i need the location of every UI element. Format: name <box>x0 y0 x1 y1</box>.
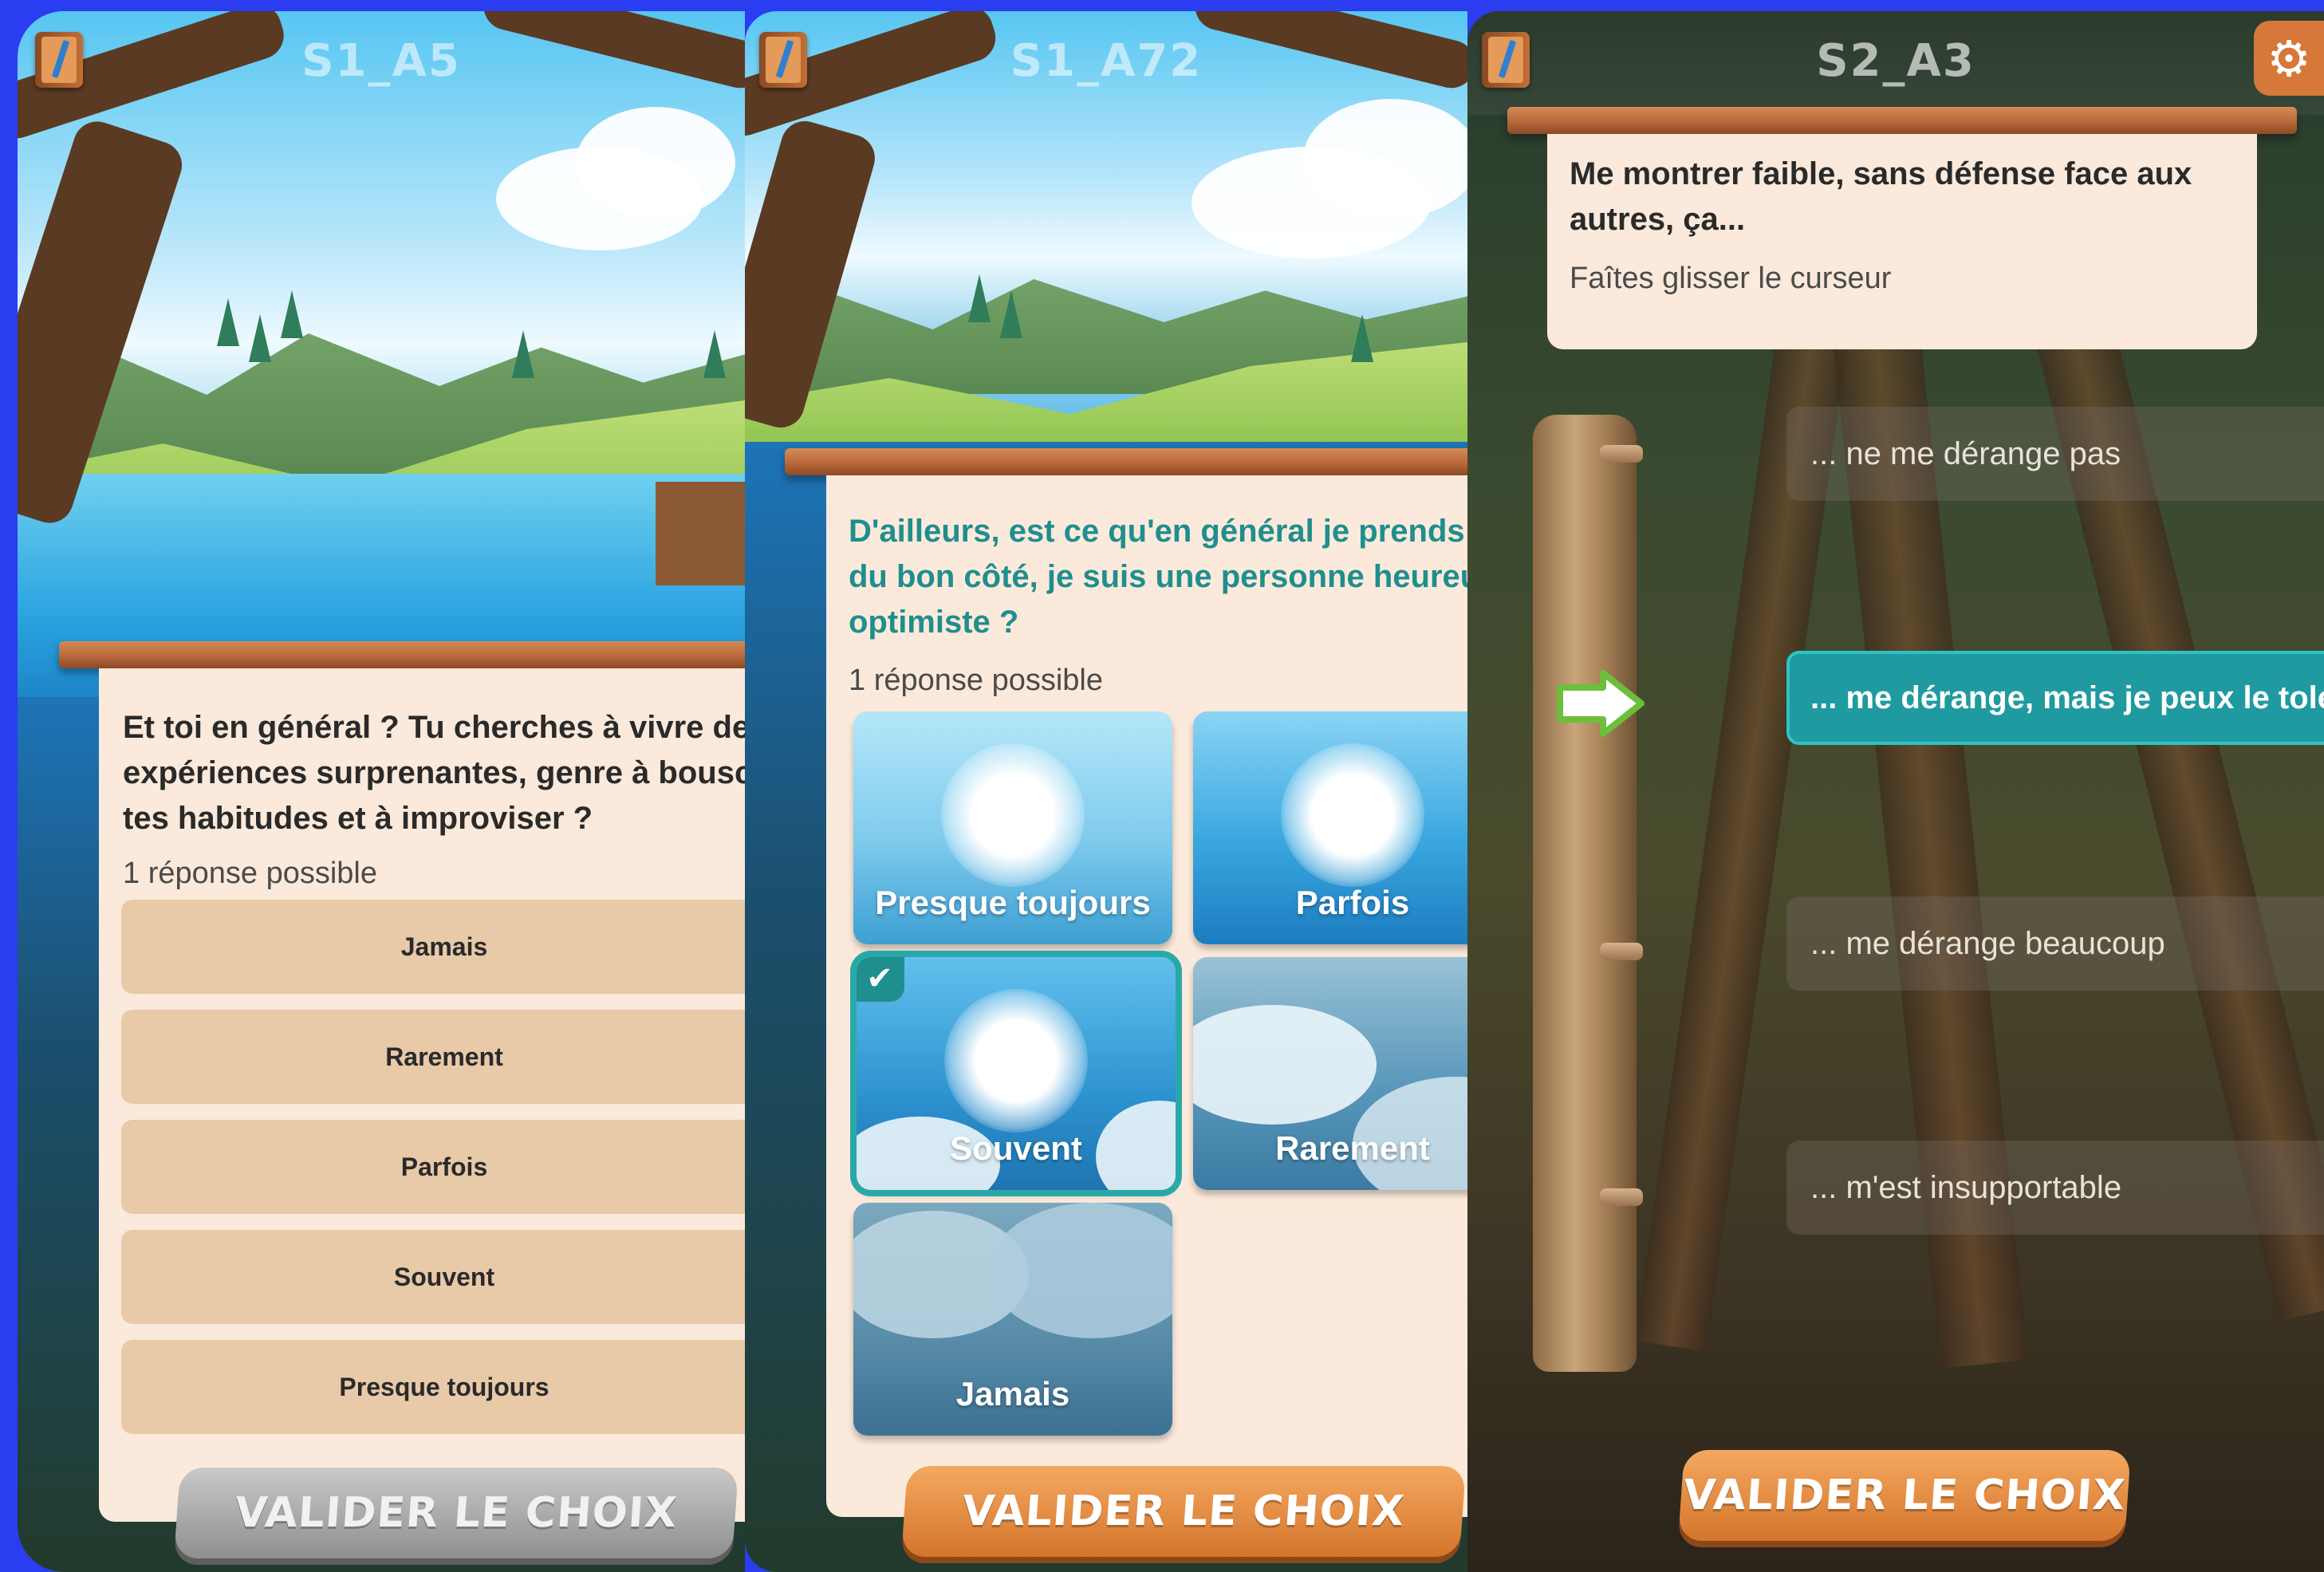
slider-track-post[interactable] <box>1533 415 1637 1372</box>
tile-label: Parfois <box>1295 884 1410 921</box>
tile-souvent[interactable]: ✔ Souvent <box>850 951 1182 1196</box>
validate-button[interactable]: VALIDER LE CHOIX <box>901 1466 1466 1557</box>
tile-label: Rarement <box>1275 1129 1430 1167</box>
sun-icon <box>1281 743 1424 887</box>
slider-option-ne-me-derange-pas[interactable]: ... ne me dérange pas <box>1786 407 2324 501</box>
pine-tree <box>1351 314 1373 362</box>
sun-icon <box>941 743 1085 887</box>
question-text: Et toi en général ? Tu cherches à vivre … <box>123 705 745 841</box>
gear-icon[interactable]: ⚙ <box>2254 21 2324 96</box>
slider-handle-arrow-icon[interactable] <box>1557 670 1645 737</box>
option-rarement[interactable]: Rarement <box>121 1010 745 1104</box>
slider-option-me-derange-beaucoup[interactable]: ... me dérange beaucoup <box>1786 896 2324 991</box>
slider-notch <box>1600 943 1643 960</box>
option-presque-toujours[interactable]: Presque toujours <box>121 1340 745 1434</box>
screen-title: S1_A72 <box>1010 35 1203 87</box>
question-line: du bon côté, je suis une personne heureu… <box>849 559 1467 594</box>
validate-button[interactable]: VALIDER LE CHOIX <box>1678 1450 2131 1541</box>
question-text: D'ailleurs, est ce qu'en général je pren… <box>849 509 1467 645</box>
pine-tree <box>249 314 271 362</box>
screen-s1-a72: S1_A72 D'ailleurs, est ce qu'en général … <box>745 11 1467 1572</box>
slider-hint: Faîtes glisser le curseur <box>1570 262 1892 295</box>
validate-button[interactable]: VALIDER LE CHOIX <box>174 1468 739 1558</box>
sun-icon <box>944 989 1088 1133</box>
slider-notch <box>1600 445 1643 463</box>
wood-plank <box>59 641 745 668</box>
screen-title: S1_A5 <box>301 35 461 87</box>
question-line: D'ailleurs, est ce qu'en général je pren… <box>849 514 1467 549</box>
slider-notch <box>1600 1188 1643 1206</box>
pine-tree <box>512 330 534 378</box>
tile-jamais[interactable]: Jamais <box>853 1203 1172 1436</box>
pine-tree <box>968 274 991 322</box>
cloud <box>1303 99 1467 219</box>
cabin <box>656 482 745 585</box>
question-line: autres, ça... <box>1570 202 1746 237</box>
pine-tree <box>1000 290 1022 338</box>
question-line: Et toi en général ? Tu cherches à vivre … <box>123 710 745 745</box>
tile-parfois[interactable]: Parfois <box>1193 711 1467 944</box>
screen-s1-a5: S1_A5 Et toi en général ? Tu cherches à … <box>18 11 745 1572</box>
tile-label: Jamais <box>955 1375 1070 1412</box>
option-parfois[interactable]: Parfois <box>121 1120 745 1214</box>
answer-hint: 1 réponse possible <box>123 857 377 890</box>
tile-label: Souvent <box>950 1129 1082 1167</box>
pine-tree <box>281 290 303 338</box>
cloud-icon <box>989 1203 1172 1338</box>
question-line: tes habitudes et à improviser ? <box>123 801 593 836</box>
question-line: optimiste ? <box>849 605 1019 640</box>
option-jamais[interactable]: Jamais <box>121 900 745 994</box>
pine-tree <box>217 298 239 346</box>
screen-title: S2_A3 <box>1816 35 1975 87</box>
screen-s2-a3: S2_A3 ⚙ Me montrer faible, sans défense … <box>1467 11 2324 1572</box>
question-text: Me montrer faible, sans défense face aux… <box>1570 152 2239 242</box>
slider-option-me-derange-mais-tolerer[interactable]: ... me dérange, mais je peux le tolérer <box>1786 651 2324 745</box>
slider-option-m-est-insupportable[interactable]: ... m'est insupportable <box>1786 1141 2324 1235</box>
tile-presque-toujours[interactable]: Presque toujours <box>853 711 1172 944</box>
check-icon: ✔ <box>857 957 904 1002</box>
tile-rarement[interactable]: Rarement <box>1193 957 1467 1190</box>
pine-tree <box>703 330 726 378</box>
wood-plank <box>785 448 1467 475</box>
question-line: expériences surprenantes, genre à bouscu… <box>123 755 745 790</box>
question-line: Me montrer faible, sans défense face aux <box>1570 156 2192 191</box>
cloud-icon <box>1096 1101 1176 1190</box>
tile-label: Presque toujours <box>875 884 1151 921</box>
answer-hint: 1 réponse possible <box>849 664 1103 697</box>
wood-plank <box>1507 107 2297 134</box>
option-souvent[interactable]: Souvent <box>121 1230 745 1324</box>
cloud <box>576 107 735 219</box>
cloud-icon <box>1193 1005 1377 1125</box>
